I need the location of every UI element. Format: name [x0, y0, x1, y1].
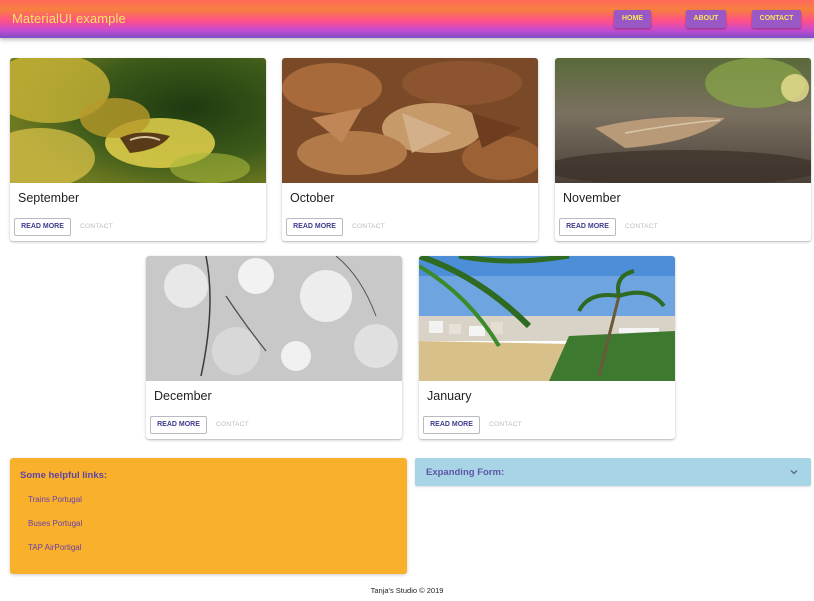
nav-about-button[interactable]: About: [686, 10, 726, 28]
contact-button[interactable]: Contact: [352, 223, 385, 230]
card-title: September: [18, 191, 80, 205]
link-trains-portugal[interactable]: Trains Portugal: [28, 495, 82, 504]
read-more-button[interactable]: Read more: [150, 416, 207, 434]
card-title: January: [427, 389, 472, 403]
chevron-down-icon[interactable]: [789, 467, 799, 477]
link-buses-portugal[interactable]: Buses Portugal: [28, 519, 82, 528]
expanding-form-label: Expanding Form:: [426, 467, 505, 478]
helpful-links-panel: Some helpful links: Trains Portugal Buse…: [10, 458, 407, 574]
helpful-links-heading: Some helpful links:: [20, 470, 108, 481]
app-bar: MaterialUI example Home About Contact: [0, 0, 814, 38]
contact-button[interactable]: Contact: [489, 421, 522, 428]
card-image-november: [555, 58, 811, 183]
app-title: MaterialUI example: [12, 11, 126, 26]
read-more-button[interactable]: Read more: [559, 218, 616, 236]
link-tap-airportugal[interactable]: TAP AirPortigal: [28, 543, 82, 552]
contact-button[interactable]: Contact: [216, 421, 249, 428]
card-image-october: [282, 58, 538, 183]
nav-contact-button[interactable]: Contact: [752, 10, 801, 28]
card-image-january: [419, 256, 675, 381]
card-title: November: [563, 191, 621, 205]
month-card-september: September Read more Contact: [10, 58, 266, 241]
footer-copyright: Tanja's Studio © 2019: [370, 586, 444, 595]
month-card-november: November Read more Contact: [555, 58, 811, 241]
card-image-december: [146, 256, 402, 381]
nav-home-button[interactable]: Home: [614, 10, 651, 28]
card-image-september: [10, 58, 266, 183]
read-more-button[interactable]: Read more: [423, 416, 480, 434]
month-card-january: January Read more Contact: [419, 256, 675, 439]
read-more-button[interactable]: Read more: [14, 218, 71, 236]
month-card-december: December Read more Contact: [146, 256, 402, 439]
card-title: December: [154, 389, 212, 403]
contact-button[interactable]: Contact: [80, 223, 113, 230]
card-title: October: [290, 191, 335, 205]
month-card-october: October Read more Contact: [282, 58, 538, 241]
contact-button[interactable]: Contact: [625, 223, 658, 230]
expanding-form-panel[interactable]: Expanding Form:: [415, 458, 811, 486]
read-more-button[interactable]: Read more: [286, 218, 343, 236]
